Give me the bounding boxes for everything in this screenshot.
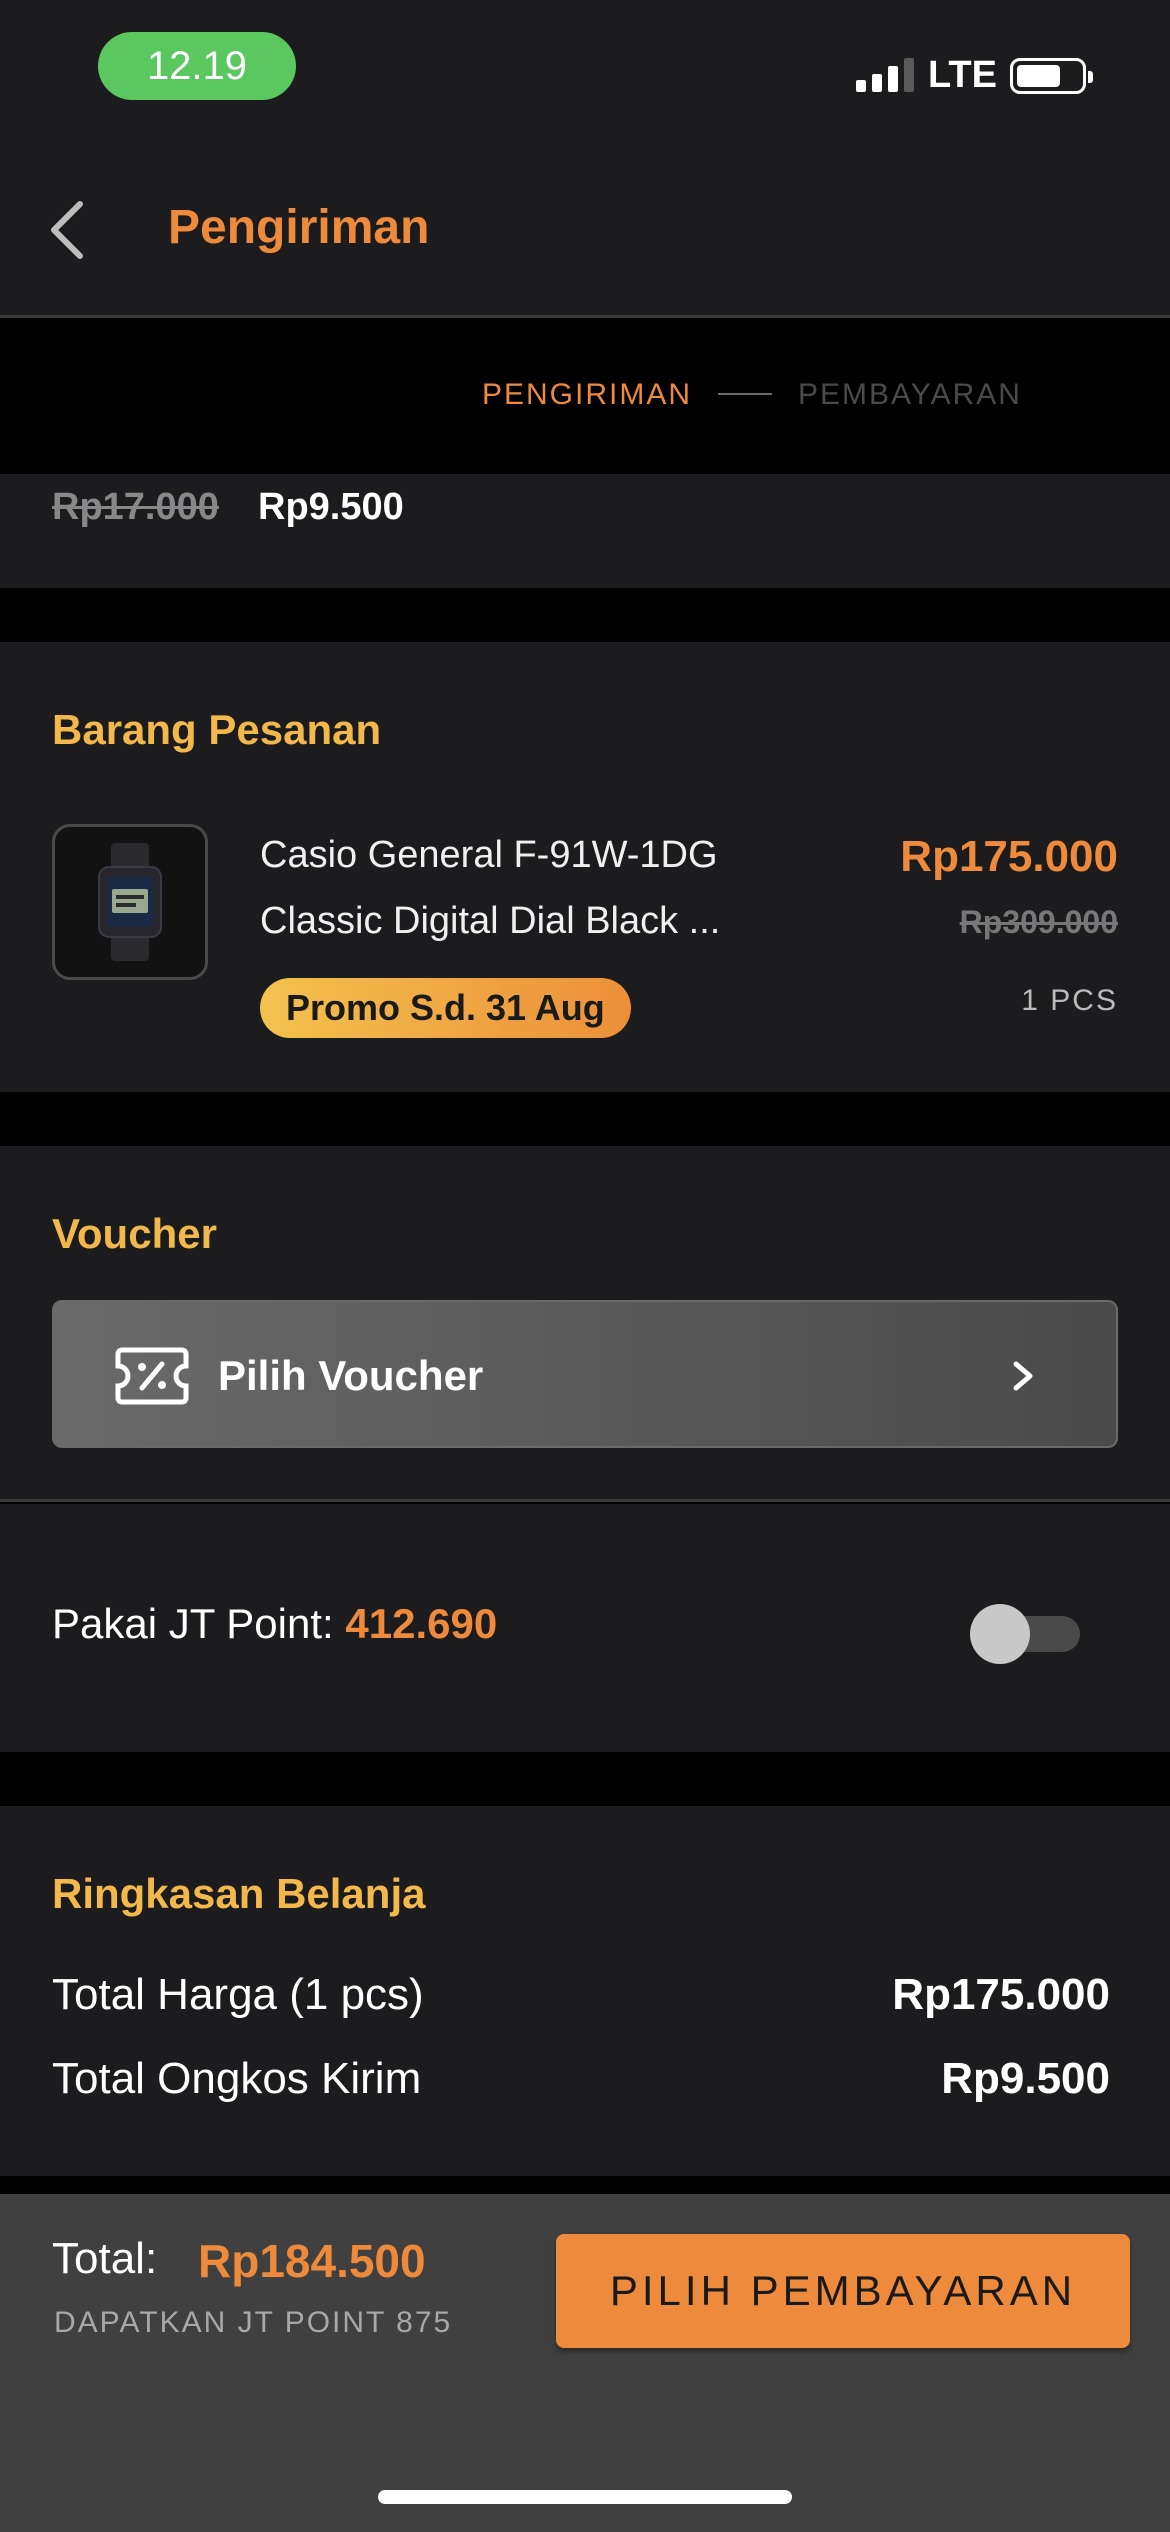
- shipping-price-card: Rp17.000 Rp9.500: [0, 474, 1170, 588]
- step-payment[interactable]: PEMBAYARAN: [798, 378, 1022, 412]
- chevron-left-icon[interactable]: [40, 190, 100, 270]
- order-items-card: Barang Pesanan Casio General F-91W-1DG C…: [0, 642, 1170, 1092]
- shopping-summary-card: Ringkasan Belanja Total Harga (1 pcs) Rp…: [0, 1806, 1170, 2176]
- summary-value: Rp175.000: [892, 1970, 1110, 2019]
- earn-points-text: DAPATKAN JT POINT 875: [54, 2306, 453, 2339]
- summary-row-total-price: Total Harga (1 pcs) Rp175.000: [52, 1970, 1110, 2020]
- jt-point-row: Pakai JT Point: 412.690: [52, 1600, 497, 1648]
- signal-icon: [856, 58, 914, 92]
- product-name-line2: Classic Digital Dial Black ...: [260, 900, 721, 942]
- discount-ticket-icon: [115, 1347, 189, 1405]
- product-name[interactable]: Casio General F-91W-1DG Classic Digital …: [260, 822, 760, 954]
- jt-point-value: 412.690: [345, 1600, 498, 1647]
- network-type: LTE: [928, 54, 997, 96]
- shipping-new-price: Rp9.500: [258, 486, 404, 528]
- section-title-items: Barang Pesanan: [52, 706, 382, 753]
- watch-icon: [98, 843, 162, 961]
- product-price: Rp175.000: [900, 832, 1118, 881]
- product-name-line1: Casio General F-91W-1DG: [260, 834, 718, 876]
- pick-voucher-button[interactable]: Pilih Voucher: [52, 1300, 1118, 1448]
- product-quantity: 1 PCS: [1021, 984, 1118, 1017]
- step-shipping[interactable]: PENGIRIMAN: [482, 378, 692, 412]
- checkout-page: 12.19 LTE Pengiriman PENGIRIMAN PEMBAYAR…: [0, 0, 1170, 2532]
- section-title-summary: Ringkasan Belanja: [52, 1870, 426, 1917]
- checkout-footer: Total: Rp184.500 DAPATKAN JT POINT 875 P…: [0, 2194, 1170, 2532]
- jt-point-toggle[interactable]: [970, 1600, 1080, 1664]
- status-time: 12.19: [98, 32, 296, 100]
- checkout-steps: PENGIRIMAN PEMBAYARAN: [0, 320, 1170, 472]
- summary-row-shipping-cost: Total Ongkos Kirim Rp9.500: [52, 2054, 1110, 2104]
- voucher-card: Voucher Pilih Voucher: [0, 1146, 1170, 1502]
- shipping-old-price: Rp17.000: [52, 486, 219, 528]
- product-thumbnail[interactable]: [52, 824, 208, 980]
- battery-icon: [1010, 58, 1093, 94]
- step-divider: [718, 393, 772, 395]
- pick-voucher-label: Pilih Voucher: [218, 1352, 484, 1399]
- summary-label: Total Ongkos Kirim: [52, 2054, 422, 2103]
- section-title-voucher: Voucher: [52, 1210, 217, 1257]
- total-value: Rp184.500: [198, 2235, 426, 2287]
- home-indicator[interactable]: [378, 2490, 792, 2504]
- chevron-right-icon: [1013, 1361, 1033, 1391]
- status-bar: 12.19 LTE: [0, 0, 1170, 140]
- promo-badge: Promo S.d. 31 Aug: [260, 978, 631, 1038]
- jt-point-card: Pakai JT Point: 412.690: [0, 1504, 1170, 1752]
- jt-point-label: Pakai JT Point:: [52, 1600, 334, 1647]
- summary-label: Total Harga (1 pcs): [52, 1970, 424, 2019]
- summary-value: Rp9.500: [941, 2054, 1110, 2103]
- product-old-price: Rp309.000: [959, 904, 1118, 940]
- app-header: Pengiriman: [0, 140, 1170, 318]
- total-label: Total:: [52, 2234, 158, 2283]
- page-title: Pengiriman: [168, 201, 430, 254]
- choose-payment-button[interactable]: PILIH PEMBAYARAN: [556, 2234, 1130, 2348]
